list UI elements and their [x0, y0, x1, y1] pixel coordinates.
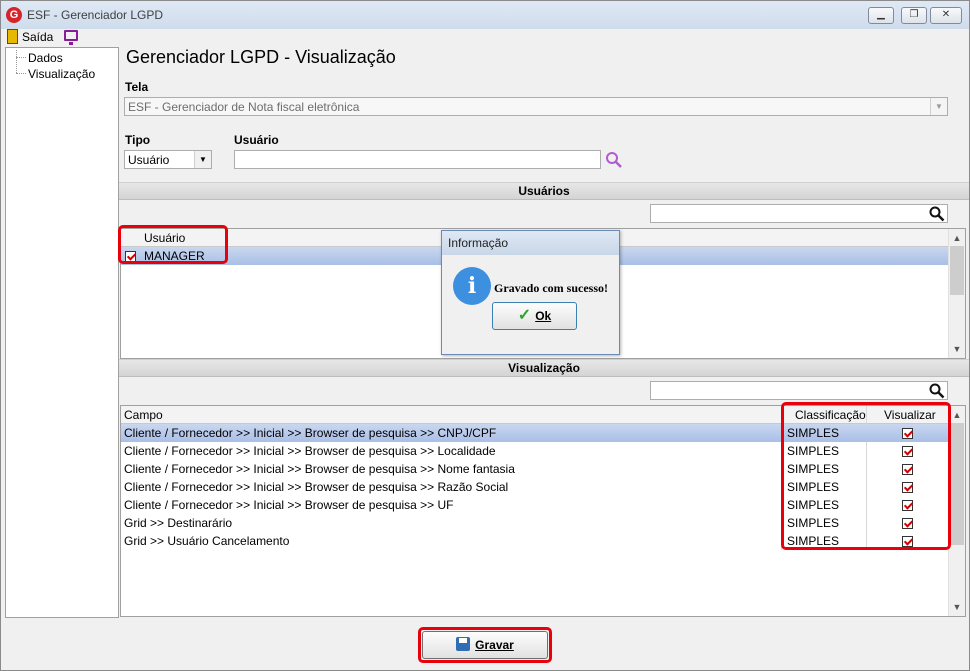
- users-scrollbar[interactable]: ▲ ▼: [948, 229, 965, 358]
- app-logo-icon: G: [6, 7, 22, 23]
- search-icon[interactable]: [605, 151, 623, 169]
- scroll-down-icon[interactable]: ▼: [949, 341, 965, 357]
- usuario-column-header[interactable]: Usuário: [144, 231, 185, 245]
- visualizar-column-header[interactable]: Visualizar: [884, 408, 936, 422]
- table-row[interactable]: Cliente / Fornecedor >> Inicial >> Brows…: [121, 442, 950, 460]
- visualizar-checkbox[interactable]: [902, 514, 913, 532]
- monitor-icon[interactable]: [64, 30, 78, 45]
- tela-label: Tela: [125, 80, 149, 94]
- checkbox-checked-icon[interactable]: [902, 446, 913, 458]
- tree-connector: [16, 57, 26, 58]
- campo-cell: Cliente / Fornecedor >> Inicial >> Brows…: [124, 462, 515, 476]
- table-row[interactable]: Cliente / Fornecedor >> Inicial >> Brows…: [121, 496, 950, 514]
- tipo-label: Tipo: [125, 133, 151, 147]
- scroll-thumb[interactable]: [950, 423, 964, 545]
- page-title: Gerenciador LGPD - Visualização: [126, 47, 396, 67]
- title-bar: G ESF - Gerenciador LGPD ▁ ❐ ✕: [1, 1, 969, 29]
- search-icon[interactable]: [929, 206, 945, 222]
- window-title: ESF - Gerenciador LGPD: [27, 8, 164, 22]
- checkbox-checked-icon[interactable]: [902, 500, 913, 512]
- restore-button[interactable]: ❐: [901, 7, 927, 24]
- tree-connector: [16, 50, 17, 73]
- campo-cell: Cliente / Fornecedor >> Inicial >> Brows…: [124, 498, 454, 512]
- scroll-thumb[interactable]: [950, 246, 964, 295]
- tela-select-value: ESF - Gerenciador de Nota fiscal eletrôn…: [128, 100, 360, 114]
- scroll-up-icon[interactable]: ▲: [949, 407, 965, 423]
- campo-cell: Cliente / Fornecedor >> Inicial >> Brows…: [124, 426, 497, 440]
- dialog-title: Informação: [442, 231, 619, 255]
- chevron-down-icon[interactable]: ▼: [194, 151, 211, 168]
- classificacao-cell: SIMPLES: [787, 444, 840, 458]
- scroll-down-icon[interactable]: ▼: [949, 599, 965, 615]
- tree-item-dados[interactable]: Dados: [28, 51, 63, 65]
- ok-button[interactable]: ✓ Ok: [492, 302, 577, 330]
- close-button[interactable]: ✕: [930, 7, 962, 24]
- checkmark-icon: ✓: [517, 307, 532, 324]
- table-row[interactable]: Cliente / Fornecedor >> Inicial >> Brows…: [121, 424, 950, 442]
- exit-menu-item[interactable]: Saída: [22, 30, 53, 44]
- classificacao-cell: SIMPLES: [787, 426, 840, 440]
- view-grid-header: Campo Classificação Visualizar: [121, 406, 950, 424]
- save-button[interactable]: Gravar: [422, 631, 548, 659]
- classificacao-cell: SIMPLES: [787, 480, 840, 494]
- tipo-select-value: Usuário: [128, 153, 170, 167]
- view-section-header: Visualização: [119, 359, 969, 377]
- view-grid: Campo Classificação Visualizar Cliente /…: [120, 405, 966, 617]
- tree-item-visualizacao[interactable]: Visualização: [28, 67, 95, 81]
- ok-button-label: Ok: [535, 309, 552, 323]
- campo-cell: Cliente / Fornecedor >> Inicial >> Brows…: [124, 480, 509, 494]
- table-row[interactable]: Grid >> Usuário Cancelamento SIMPLES: [121, 532, 950, 550]
- usuario-input[interactable]: [234, 150, 601, 169]
- main-window: G ESF - Gerenciador LGPD ▁ ❐ ✕ Saída Dad…: [0, 0, 970, 671]
- checkbox-checked-icon[interactable]: [125, 251, 136, 263]
- visualizar-checkbox[interactable]: [902, 460, 913, 478]
- visualizar-checkbox[interactable]: [902, 532, 913, 550]
- checkbox-checked-icon[interactable]: [902, 536, 913, 548]
- campo-cell: Cliente / Fornecedor >> Inicial >> Brows…: [124, 444, 496, 458]
- checkbox-checked-icon[interactable]: [902, 464, 913, 476]
- table-row[interactable]: Grid >> Destinarário SIMPLES: [121, 514, 950, 532]
- row-checkbox[interactable]: [125, 247, 136, 265]
- checkbox-checked-icon[interactable]: [902, 482, 913, 494]
- navigation-tree: Dados Visualização: [5, 47, 119, 618]
- campo-column-header[interactable]: Campo: [124, 408, 163, 422]
- table-row[interactable]: Cliente / Fornecedor >> Inicial >> Brows…: [121, 460, 950, 478]
- classificacao-cell: SIMPLES: [787, 516, 840, 530]
- tela-select[interactable]: ESF - Gerenciador de Nota fiscal eletrôn…: [124, 97, 948, 116]
- save-button-label: Gravar: [475, 638, 514, 652]
- visualizar-checkbox[interactable]: [902, 442, 913, 460]
- scroll-up-icon[interactable]: ▲: [949, 230, 965, 246]
- exit-door-icon[interactable]: [7, 29, 18, 44]
- classificacao-cell: SIMPLES: [787, 534, 840, 548]
- info-dialog: Informação i Gravado com sucesso! ✓ Ok: [441, 230, 620, 355]
- checkbox-checked-icon[interactable]: [902, 518, 913, 530]
- view-filter-input[interactable]: [650, 381, 948, 400]
- campo-cell: Grid >> Usuário Cancelamento: [124, 534, 290, 548]
- classificacao-column-header[interactable]: Classificação: [795, 408, 866, 422]
- view-scrollbar[interactable]: ▲ ▼: [948, 406, 965, 616]
- usuario-label: Usuário: [234, 133, 279, 147]
- users-filter-input[interactable]: [650, 204, 948, 223]
- tree-connector: [16, 73, 26, 74]
- minimize-button[interactable]: ▁: [868, 7, 894, 24]
- menu-bar: Saída: [1, 29, 969, 46]
- info-icon: i: [453, 267, 491, 305]
- search-icon[interactable]: [929, 383, 945, 399]
- dialog-message: Gravado com sucesso!: [494, 281, 608, 295]
- chevron-down-icon[interactable]: ▼: [930, 98, 947, 115]
- tipo-select[interactable]: Usuário ▼: [124, 150, 212, 169]
- visualizar-checkbox[interactable]: [902, 424, 913, 442]
- visualizar-checkbox[interactable]: [902, 478, 913, 496]
- table-row[interactable]: Cliente / Fornecedor >> Inicial >> Brows…: [121, 478, 950, 496]
- checkbox-checked-icon[interactable]: [902, 428, 913, 440]
- user-name-cell: MANAGER: [144, 249, 205, 263]
- users-section-header: Usuários: [119, 182, 969, 200]
- visualizar-checkbox[interactable]: [902, 496, 913, 514]
- campo-cell: Grid >> Destinarário: [124, 516, 233, 530]
- classificacao-cell: SIMPLES: [787, 498, 840, 512]
- classificacao-cell: SIMPLES: [787, 462, 840, 476]
- floppy-disk-icon: [456, 637, 471, 651]
